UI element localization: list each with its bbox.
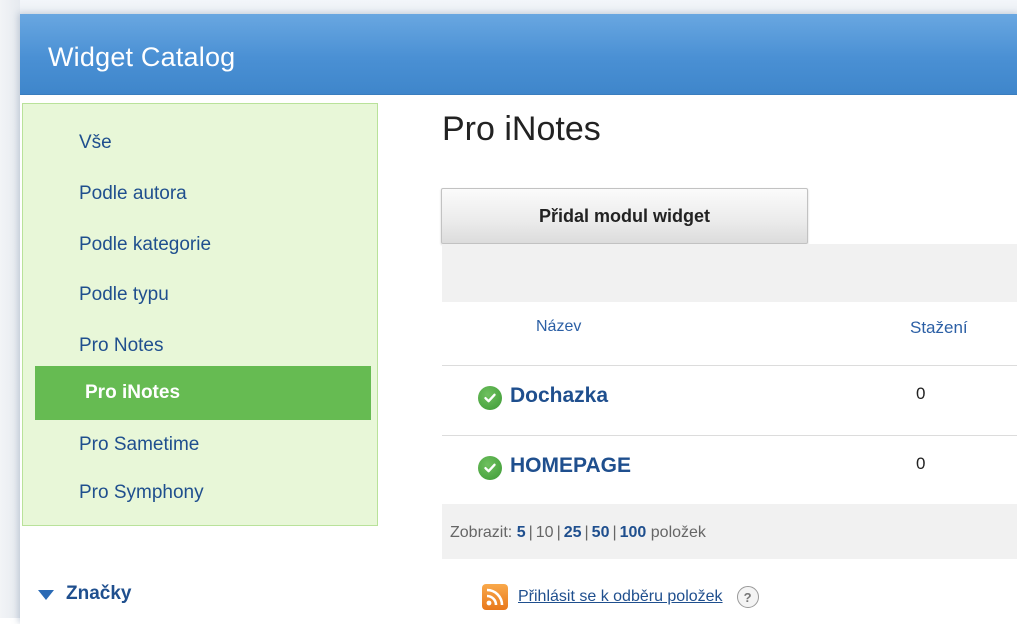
column-header-name[interactable]: Název	[536, 318, 581, 336]
green-check-icon	[478, 456, 502, 480]
widget-link-dochazka[interactable]: Dochazka	[510, 384, 608, 408]
page-size-option-50[interactable]: 50	[592, 524, 610, 541]
column-header-downloads[interactable]: Stažení	[910, 318, 968, 338]
feed-subscribe-row: Přihlásit se k odběru položek ?	[482, 584, 759, 610]
widget-link-homepage[interactable]: HOMEPAGE	[510, 454, 631, 478]
download-count: 0	[916, 384, 926, 403]
page-size-option-100[interactable]: 100	[620, 524, 647, 541]
download-count: 0	[916, 454, 926, 473]
page-size-selector: Zobrazit: 5 | 10 | 25 | 50 | 100 položek	[450, 524, 706, 541]
sidebar-item-by-author[interactable]: Podle autora	[35, 169, 371, 219]
pager-suffix: položek	[650, 524, 706, 541]
page-size-option-25[interactable]: 25	[564, 524, 582, 541]
sidebar-nav: Vše Podle autora Podle kategorie Podle t…	[22, 103, 378, 526]
sidebar-item-label: Vše	[79, 132, 112, 153]
add-widget-button[interactable]: Přidal modul widget	[441, 188, 808, 244]
sidebar-item-by-category[interactable]: Podle kategorie	[35, 220, 371, 270]
sidebar-item-label: Pro Sametime	[79, 434, 200, 455]
sidebar-item-pro-notes[interactable]: Pro Notes	[35, 321, 371, 371]
sidebar-item-label: Pro iNotes	[85, 382, 181, 403]
sidebar-item-by-type[interactable]: Podle typu	[35, 270, 371, 320]
sidebar-item-label: Pro Symphony	[79, 482, 204, 503]
page-size-option-10-selected: 10	[535, 524, 554, 541]
app-title: Widget Catalog	[48, 42, 236, 72]
green-check-icon	[478, 386, 502, 410]
table-row: HOMEPAGE 0	[442, 436, 1017, 504]
page-title: Pro iNotes	[442, 110, 601, 148]
help-icon[interactable]: ?	[736, 586, 759, 608]
tags-header-label: Značky	[66, 583, 132, 604]
tags-section-toggle[interactable]: Značky	[38, 583, 131, 605]
rss-feed-icon[interactable]	[482, 584, 508, 610]
pager-bar: Zobrazit: 5 | 10 | 25 | 50 | 100 položek	[442, 504, 1017, 559]
sidebar-item-label: Podle typu	[79, 284, 169, 305]
subscribe-feed-link[interactable]: Přihlásit se k odběru položek	[518, 588, 723, 606]
sidebar-item-pro-sametime[interactable]: Pro Sametime	[35, 420, 371, 470]
table-row: Dochazka 0	[442, 366, 1017, 434]
sidebar-item-label: Pro Notes	[79, 335, 164, 356]
sidebar-item-pro-inotes[interactable]: Pro iNotes	[35, 366, 371, 420]
title-bar: Widget Catalog	[20, 14, 1017, 95]
sidebar-item-label: Podle autora	[79, 183, 187, 204]
toolbar-band	[442, 244, 1017, 302]
page-size-option-5[interactable]: 5	[517, 524, 526, 541]
pager-prefix: Zobrazit:	[450, 524, 513, 541]
window-left-shadow	[0, 0, 20, 618]
triangle-down-icon	[38, 590, 54, 600]
sidebar-item-label: Podle kategorie	[79, 234, 212, 255]
sidebar-item-all[interactable]: Vše	[35, 118, 371, 168]
sidebar-item-pro-symphony[interactable]: Pro Symphony	[35, 468, 371, 518]
